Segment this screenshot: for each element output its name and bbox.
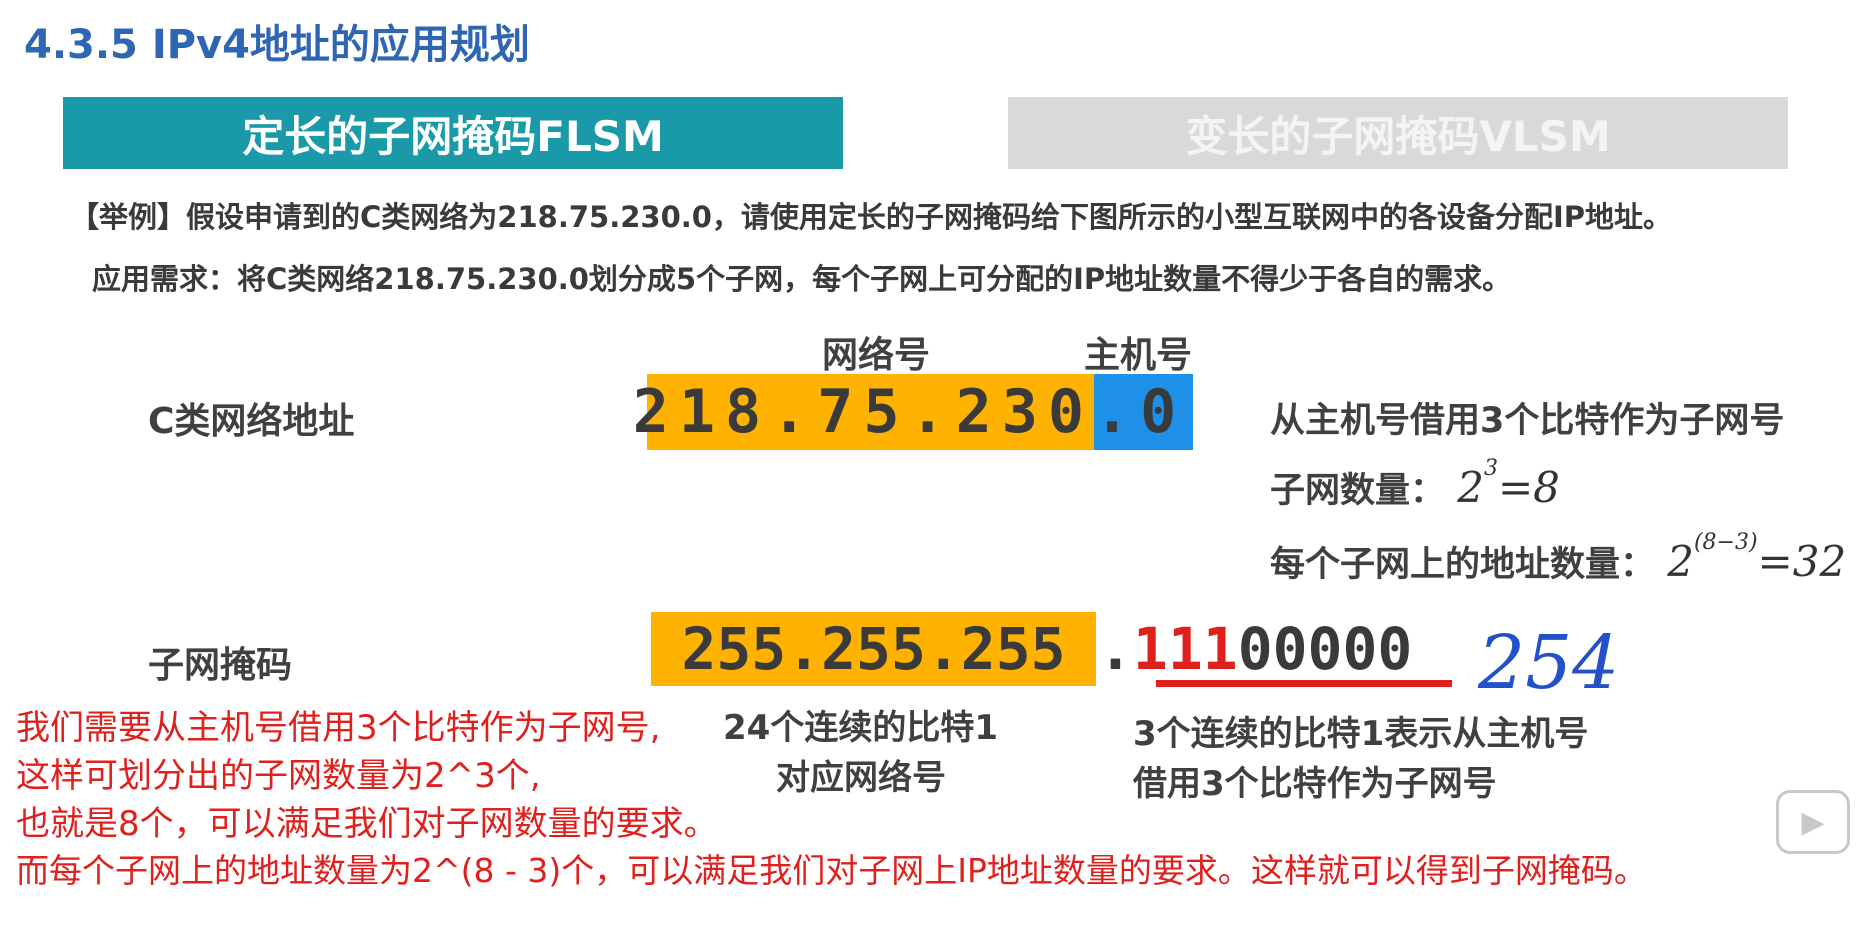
host-part-label: 主机号 (1084, 335, 1193, 376)
mask-network-text: 255.255.255 (681, 615, 1066, 683)
mask-borrowed-bits: 111 (1132, 615, 1238, 683)
address-network-part: 218.75.230 (633, 374, 1094, 450)
subnet-count-formula: 23=8 (1457, 456, 1560, 512)
page-title: 4.3.5 IPv4地址的应用规划 (24, 22, 530, 68)
mask-dot: . (1098, 615, 1133, 683)
network-part-label: 网络号 (822, 335, 931, 376)
address-count-exp: (8−3) (1693, 530, 1758, 555)
example-text: 【举例】假设申请到的C类网络为218.75.230.0，请使用定长的子网掩码给下… (70, 200, 1672, 234)
address-count-result: =32 (1757, 537, 1847, 586)
bits3-note-line2: 借用3个比特作为子网号 (1133, 764, 1497, 804)
subnet-count: 子网数量： 23=8 (1270, 456, 1560, 513)
mask-host-bits: 00000 (1237, 615, 1413, 683)
annotation-line-4: 而每个子网上的地址数量为2^(8 - 3)个，可以满足我们对子网上IP地址数量的… (16, 851, 1647, 890)
class-c-address-label: C类网络地址 (148, 401, 355, 442)
handwritten-note: 254 (1478, 620, 1620, 706)
mask-underline (1156, 680, 1452, 687)
borrow-bits-text: 从主机号借用3个比特作为子网号 (1270, 401, 1785, 441)
address-count: 每个子网上的地址数量： 2(8−3)=32 (1270, 530, 1847, 587)
subnet-count-result: =8 (1497, 463, 1560, 512)
address-host-part: .0 (1094, 374, 1193, 450)
address-host-text: .0 (1094, 377, 1187, 447)
tab-vlsm[interactable]: 变长的子网掩码VLSM (1008, 97, 1788, 169)
annotation-line-1: 我们需要从主机号借用3个比特作为子网号, (16, 708, 661, 748)
mask-host-part: . 111 00000 (1098, 612, 1412, 686)
annotation-line-2: 这样可划分出的子网数量为2^3个, (16, 756, 541, 796)
annotation-line-3: 也就是8个，可以满足我们对子网数量的要求。 (16, 804, 718, 844)
play-icon[interactable]: ▶ (1776, 790, 1850, 854)
subnet-count-exp: 3 (1483, 456, 1498, 481)
bits24-note-line1: 24个连续的比特1 (723, 708, 998, 748)
address-count-base: 2 (1667, 537, 1694, 586)
bits3-note-line1: 3个连续的比特1表示从主机号 (1133, 714, 1589, 754)
address-count-label: 每个子网上的地址数量： (1270, 545, 1656, 585)
address-network-text: 218.75.230 (632, 377, 1094, 447)
mask-network-part: 255.255.255 (651, 612, 1096, 686)
tab-flsm[interactable]: 定长的子网掩码FLSM (63, 97, 843, 169)
bits24-note-line2: 对应网络号 (776, 758, 946, 798)
subnet-count-base: 2 (1457, 463, 1484, 512)
requirement-text: 应用需求：将C类网络218.75.230.0划分成5个子网，每个子网上可分配的I… (92, 262, 1512, 296)
address-count-formula: 2(8−3)=32 (1667, 530, 1847, 586)
subnet-count-label: 子网数量： (1270, 471, 1446, 511)
subnet-mask-label: 子网掩码 (148, 645, 293, 686)
